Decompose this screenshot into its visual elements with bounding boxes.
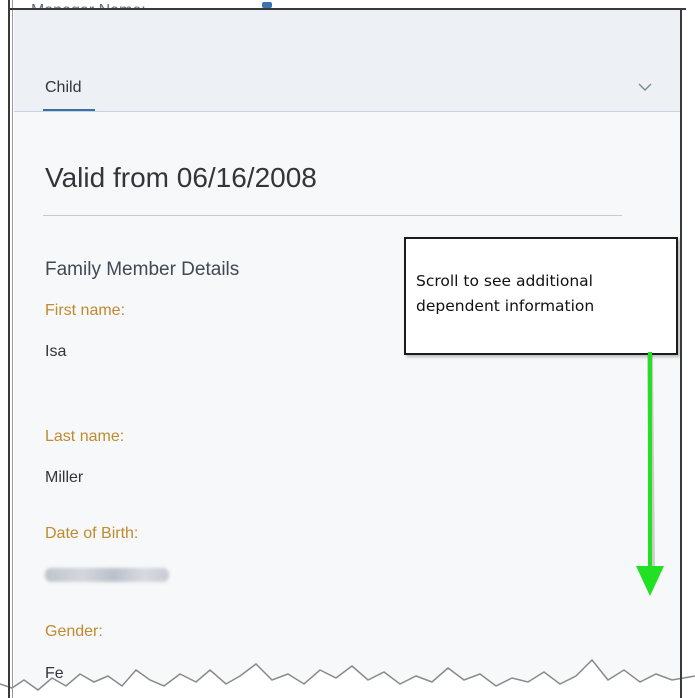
first-name-label: First name: (45, 302, 126, 319)
tab-child[interactable]: Child (45, 79, 81, 97)
scroll-callout: Scroll to see additional dependent infor… (404, 237, 678, 355)
window-border-top (8, 8, 686, 10)
date-of-birth-label: Date of Birth: (45, 525, 139, 542)
header-band (14, 10, 680, 112)
section-divider (43, 215, 622, 216)
window-border-right (680, 8, 682, 698)
window-border-left-inner (12, 0, 13, 698)
content-panel (14, 112, 680, 698)
gender-label: Gender: (45, 623, 103, 640)
tab-bar-divider (14, 111, 680, 112)
torn-edge (0, 658, 695, 698)
date-of-birth-value-redacted (45, 568, 169, 582)
last-name-value: Miller (45, 469, 84, 486)
arrow-down-icon (636, 352, 664, 596)
section-title: Valid from 06/16/2008 (45, 162, 317, 193)
window-border-left (8, 0, 10, 698)
last-name-label: Last name: (45, 428, 125, 445)
callout-text: Scroll to see additional dependent infor… (416, 272, 595, 315)
first-name-value: Isa (45, 343, 67, 360)
chevron-down-icon[interactable] (636, 80, 654, 94)
group-title: Family Member Details (45, 259, 240, 280)
